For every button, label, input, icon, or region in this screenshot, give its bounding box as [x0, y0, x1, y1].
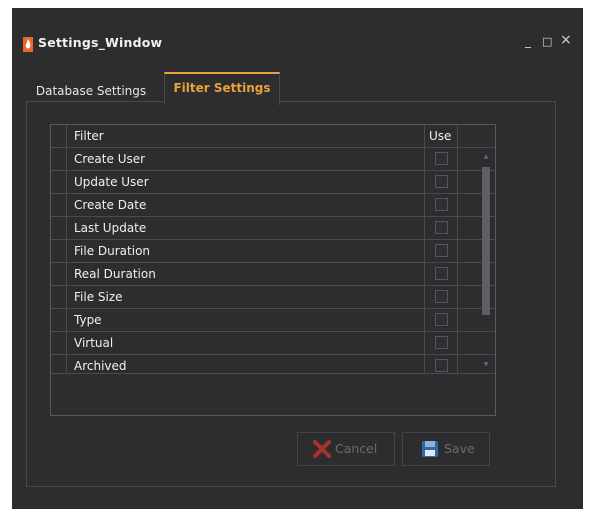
cancel-label: Cancel — [335, 441, 378, 456]
tab-filter-settings[interactable]: Filter Settings — [164, 72, 280, 105]
header-selector-cell — [51, 125, 67, 147]
table-row[interactable]: Real Duration — [51, 263, 495, 286]
row-selector[interactable] — [51, 194, 67, 216]
use-cell — [424, 194, 458, 216]
use-checkbox[interactable] — [435, 336, 448, 349]
row-selector[interactable] — [51, 148, 67, 170]
red-x-icon — [313, 440, 331, 458]
table-row[interactable]: File Size — [51, 286, 495, 309]
use-checkbox[interactable] — [435, 175, 448, 188]
window-title: Settings_Window — [38, 35, 163, 50]
use-cell — [424, 171, 458, 193]
use-checkbox[interactable] — [435, 198, 448, 211]
use-cell — [424, 286, 458, 308]
use-checkbox[interactable] — [435, 267, 448, 280]
filter-name: Type — [74, 313, 102, 327]
filter-grid: Filter Use Create User Update User Creat… — [50, 124, 496, 416]
filter-name: Create Date — [74, 198, 147, 212]
row-selector[interactable] — [51, 217, 67, 239]
row-selector[interactable] — [51, 355, 67, 373]
table-row[interactable]: Create Date — [51, 194, 495, 217]
use-cell — [424, 332, 458, 354]
flame-icon — [23, 37, 33, 52]
grid-divider — [51, 373, 495, 374]
filter-name: Virtual — [74, 336, 114, 350]
save-button[interactable]: Save — [402, 432, 490, 466]
filter-name: Archived — [74, 359, 127, 373]
column-header-filter[interactable]: Filter — [74, 125, 104, 147]
use-cell — [424, 240, 458, 262]
minimize-button[interactable]: _ — [525, 34, 531, 48]
title-bar[interactable]: Settings_Window _ □ × — [12, 8, 583, 78]
use-checkbox[interactable] — [435, 221, 448, 234]
close-button[interactable]: × — [560, 32, 572, 48]
grid-header: Filter Use — [51, 125, 495, 148]
row-selector[interactable] — [51, 263, 67, 285]
use-checkbox[interactable] — [435, 244, 448, 257]
scrollbar-thumb[interactable] — [482, 167, 490, 315]
use-cell — [424, 309, 458, 331]
column-header-use[interactable]: Use — [429, 125, 451, 148]
row-selector[interactable] — [51, 332, 67, 354]
floppy-disk-icon — [422, 441, 438, 457]
row-selector[interactable] — [51, 171, 67, 193]
row-selector[interactable] — [51, 240, 67, 262]
filter-name: Update User — [74, 175, 149, 189]
scroll-up-icon[interactable]: ▲ — [482, 153, 490, 161]
filter-name: Create User — [74, 152, 146, 166]
use-checkbox[interactable] — [435, 290, 448, 303]
use-cell — [424, 263, 458, 285]
use-cell — [424, 217, 458, 239]
filter-name: Real Duration — [74, 267, 156, 281]
row-selector[interactable] — [51, 309, 67, 331]
table-row[interactable]: Create User — [51, 148, 495, 171]
filter-name: File Duration — [74, 244, 151, 258]
table-row[interactable]: Update User — [51, 171, 495, 194]
table-row[interactable]: File Duration — [51, 240, 495, 263]
table-row[interactable]: Type — [51, 309, 495, 332]
table-row[interactable]: Archived — [51, 355, 495, 373]
cancel-button[interactable]: Cancel — [297, 432, 395, 466]
use-checkbox[interactable] — [435, 152, 448, 165]
use-cell — [424, 355, 458, 373]
save-label: Save — [444, 441, 475, 456]
table-row[interactable]: Last Update — [51, 217, 495, 240]
use-checkbox[interactable] — [435, 359, 448, 372]
use-cell — [424, 148, 458, 170]
use-checkbox[interactable] — [435, 313, 448, 326]
filter-name: File Size — [74, 290, 123, 304]
scroll-down-icon[interactable]: ▼ — [482, 361, 490, 369]
row-selector[interactable] — [51, 286, 67, 308]
filter-name: Last Update — [74, 221, 147, 235]
table-row[interactable]: Virtual — [51, 332, 495, 355]
maximize-button[interactable]: □ — [542, 35, 552, 48]
vertical-scrollbar[interactable]: ▲ ▼ — [478, 149, 494, 373]
